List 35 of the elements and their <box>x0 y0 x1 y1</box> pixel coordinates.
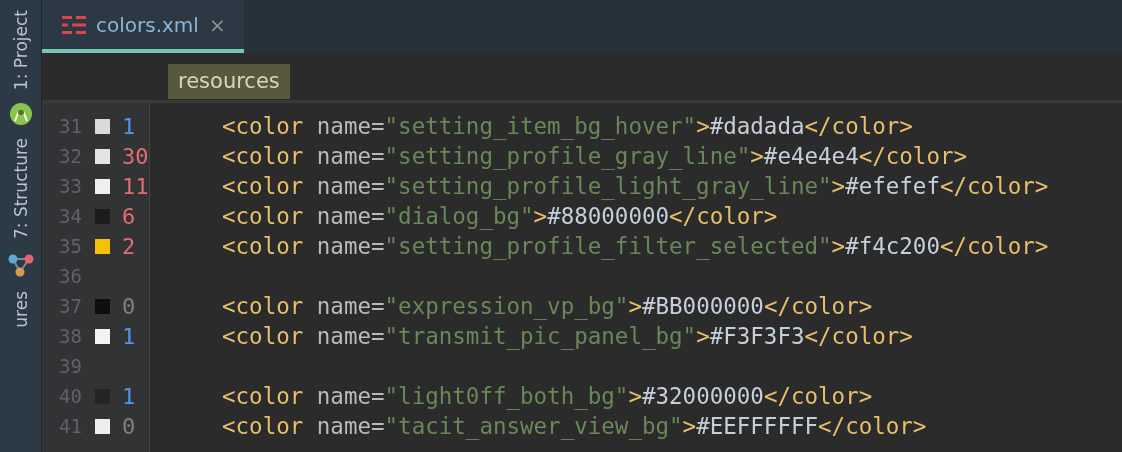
tool-window-tab[interactable]: ures <box>10 291 31 328</box>
usage-count: 1 <box>122 383 136 409</box>
color-swatch[interactable] <box>94 208 110 224</box>
usage-count: 1 <box>122 323 136 349</box>
color-swatch[interactable] <box>94 238 110 254</box>
usage-count: 30 <box>122 143 149 169</box>
usage-count: 6 <box>122 203 136 229</box>
xml-file-icon <box>62 14 86 35</box>
color-swatch[interactable] <box>94 418 110 434</box>
code-line: <color name="light0ff_both_bg">#32000000</color> <box>222 383 873 409</box>
code-line: <color name="tacit_answer_view_bg">#EEFFFFFF</color> <box>222 413 927 439</box>
code-line: <color name="setting_profile_gray_line">#e4e4e4</color> <box>222 143 968 169</box>
code-line: <color name="setting_profile_filter_selected">#f4c200</color> <box>222 233 1049 259</box>
code-line: <color name="setting_profile_light_gray_line">#efefef</color> <box>222 173 1049 199</box>
usage-count: 11 <box>122 173 149 199</box>
code-line: <color name="setting_item_bg_hover">#dadada</color> <box>222 113 913 139</box>
breadcrumb[interactable]: resources <box>168 64 290 99</box>
color-swatch[interactable] <box>94 148 110 164</box>
usage-count: 0 <box>122 293 136 319</box>
color-swatch[interactable] <box>94 118 110 134</box>
code-line: <color name="dialog_bg">#88000000</color> <box>222 203 778 229</box>
usage-count: 1 <box>122 113 136 139</box>
tool-window-tab[interactable]: 7: Structure <box>10 138 31 240</box>
color-swatch[interactable] <box>94 298 110 314</box>
color-swatch[interactable] <box>94 178 110 194</box>
tab-label: colors.xml <box>96 12 199 37</box>
close-icon[interactable]: × <box>208 12 226 37</box>
tool-window-tab[interactable]: 1: Project <box>10 10 31 91</box>
editor-tab[interactable]: colors.xml × <box>42 0 244 53</box>
code-line: <color name="transmit_pic_panel_bg">#F3F3F3</color> <box>222 323 913 349</box>
usage-count: 0 <box>122 413 136 439</box>
color-swatch[interactable] <box>94 328 110 344</box>
android-icon[interactable] <box>8 102 33 127</box>
code-line: <color name="expression_vp_bg">#BB000000</color> <box>222 293 873 319</box>
usage-count: 2 <box>122 233 136 259</box>
